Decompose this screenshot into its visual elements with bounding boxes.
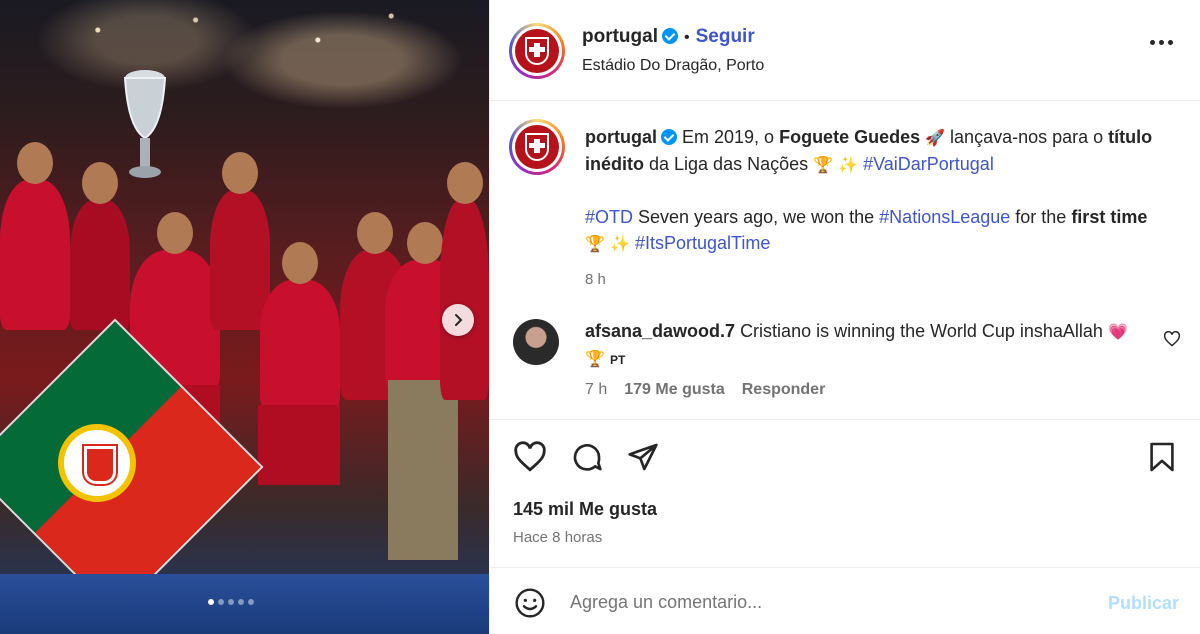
player-trousers bbox=[388, 380, 458, 560]
author-username[interactable]: portugal bbox=[582, 26, 658, 47]
avatar[interactable] bbox=[509, 119, 565, 175]
like-comment-heart-icon[interactable] bbox=[1163, 331, 1181, 347]
save-bookmark-icon[interactable] bbox=[1149, 441, 1175, 473]
comment-body: Cristiano is winning the World Cup insha… bbox=[740, 321, 1103, 341]
verified-badge-icon bbox=[661, 129, 677, 145]
comment-item: afsana_dawood.7 Cristiano is winning the… bbox=[585, 318, 1145, 373]
follow-button[interactable]: Seguir bbox=[696, 26, 755, 47]
caption-text: Seven years ago, we won the bbox=[633, 207, 880, 227]
caption-text: Foguete Guedes bbox=[779, 127, 921, 147]
carousel-next-button[interactable] bbox=[442, 304, 474, 336]
player-figure bbox=[0, 142, 70, 330]
comment-meta: 7 h 179 Me gusta Responder bbox=[585, 381, 825, 399]
post-caption: portugal Em 2019, o Foguete Guedes 🚀 lan… bbox=[585, 124, 1165, 293]
like-heart-icon[interactable] bbox=[513, 441, 547, 473]
comments-section: portugal Em 2019, o Foguete Guedes 🚀 lan… bbox=[490, 101, 1200, 419]
trophy-sparkles-icon: 🏆 ✨ bbox=[813, 155, 859, 174]
fpf-logo-icon bbox=[515, 29, 559, 73]
commenter-avatar[interactable] bbox=[513, 319, 559, 365]
caption-text: first time bbox=[1071, 207, 1148, 227]
player-figure bbox=[260, 242, 340, 410]
post-photo[interactable] bbox=[0, 0, 489, 634]
post-timestamp: Hace 8 horas bbox=[513, 529, 603, 546]
hashtag-link[interactable]: #NationsLeague bbox=[879, 207, 1010, 227]
carousel-indicator bbox=[208, 599, 254, 605]
caption-text: for the bbox=[1010, 207, 1072, 227]
hashtag-link[interactable]: #ItsPortugalTime bbox=[635, 233, 770, 253]
carousel-dot bbox=[238, 599, 244, 605]
emoji-smiley-icon[interactable] bbox=[514, 587, 546, 619]
commenter-username[interactable]: afsana_dawood.7 bbox=[585, 321, 735, 341]
carousel-dot bbox=[248, 599, 254, 605]
caption-text: lançava-nos para o bbox=[945, 127, 1109, 147]
player-figure bbox=[440, 162, 489, 400]
share-send-icon[interactable] bbox=[627, 441, 659, 473]
flag-emblem bbox=[58, 424, 136, 502]
post-header: portugal • Seguir Estádio Do Dragão, Porto bbox=[490, 0, 1200, 101]
comment-bubble-icon[interactable] bbox=[571, 441, 603, 473]
reply-button[interactable]: Responder bbox=[742, 381, 826, 399]
likes-count[interactable]: 145 mil Me gusta bbox=[513, 499, 657, 520]
publish-button[interactable]: Publicar bbox=[1108, 593, 1179, 614]
carousel-dot bbox=[218, 599, 224, 605]
hashtag-link[interactable]: #VaiDarPortugal bbox=[863, 154, 994, 174]
caption-timestamp: 8 h bbox=[585, 271, 606, 288]
post-details-panel: portugal • Seguir Estádio Do Dragão, Porto… bbox=[489, 0, 1200, 634]
caption-text: Em 2019, o bbox=[682, 127, 780, 147]
avatar[interactable] bbox=[509, 23, 565, 79]
separator-dot: • bbox=[684, 29, 690, 46]
post-location[interactable]: Estádio Do Dragão, Porto bbox=[582, 57, 764, 75]
rocket-icon: 🚀 bbox=[925, 128, 946, 147]
fpf-logo-icon bbox=[515, 125, 559, 169]
player-shorts bbox=[258, 405, 340, 485]
comment-timestamp: 7 h bbox=[585, 381, 608, 398]
more-options-icon[interactable] bbox=[1150, 40, 1173, 45]
verified-badge-icon bbox=[662, 28, 678, 44]
flag-pt-icon: PT bbox=[609, 353, 626, 367]
carousel-dot bbox=[208, 599, 214, 605]
player-figure bbox=[210, 152, 270, 330]
hashtag-link[interactable]: #OTD bbox=[585, 207, 633, 227]
caption-text: da Liga das Nações bbox=[644, 154, 814, 174]
add-comment-bar: Publicar bbox=[490, 567, 1200, 634]
trophy-graphic bbox=[123, 70, 167, 178]
comment-likes[interactable]: 179 Me gusta bbox=[624, 381, 724, 399]
caption-username[interactable]: portugal bbox=[585, 127, 657, 147]
carousel-dot bbox=[228, 599, 234, 605]
trophy-sparkles-icon: 🏆 ✨ bbox=[585, 234, 630, 253]
chevron-right-icon bbox=[455, 314, 463, 326]
comment-input[interactable] bbox=[570, 592, 1070, 613]
player-figure bbox=[70, 162, 130, 330]
post-actions: 145 mil Me gusta Hace 8 horas bbox=[490, 419, 1200, 569]
